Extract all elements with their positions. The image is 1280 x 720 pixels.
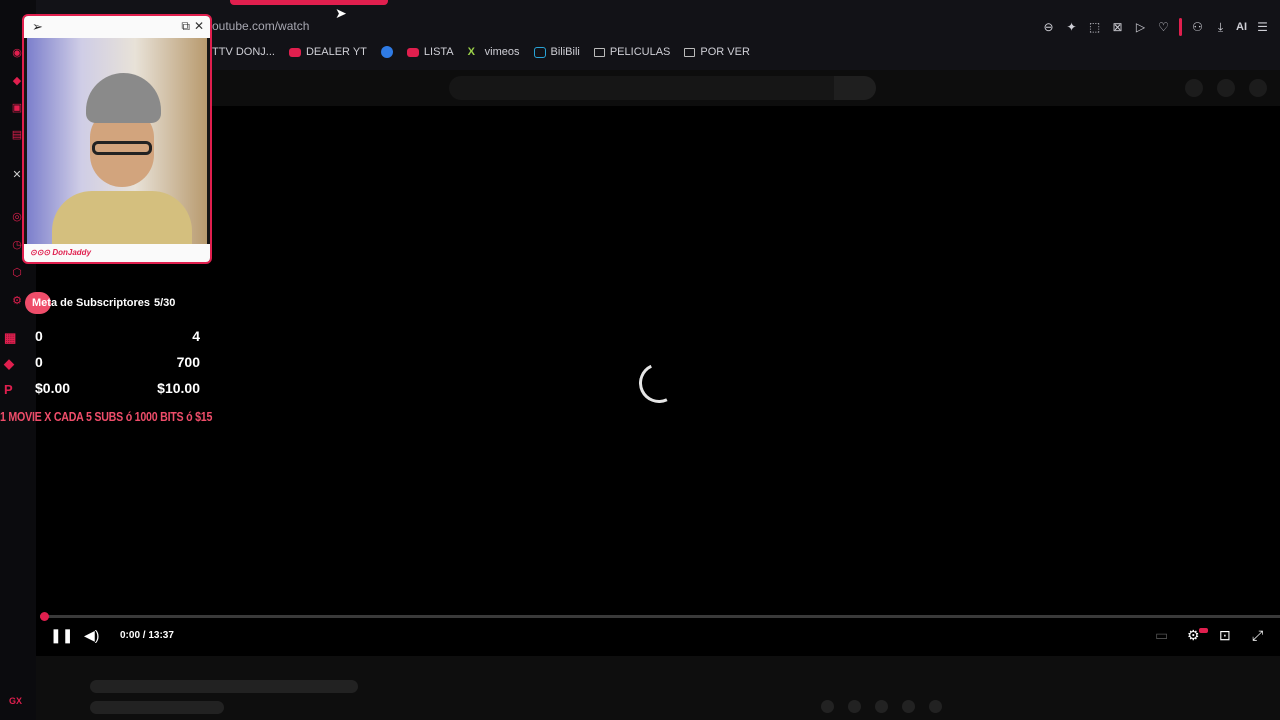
bookmark-item[interactable]: LISTA	[406, 46, 454, 58]
folder-icon	[684, 47, 696, 57]
bookmark-item[interactable]: Xvimeos	[468, 46, 520, 58]
sidebar-settings-icon[interactable]: ⚙	[9, 292, 25, 308]
fullscreen-icon[interactable]: ⤢	[1252, 627, 1263, 644]
ai-button[interactable]: AI	[1236, 21, 1247, 33]
bookmark-item[interactable]: PELICULAS	[593, 46, 670, 58]
settings-icon[interactable]: ⚙	[1187, 627, 1200, 644]
bookmark-item[interactable]: POR VER	[684, 46, 750, 58]
notifications-icon[interactable]	[1217, 79, 1235, 97]
gem-icon: ◆	[4, 356, 14, 371]
download-icon[interactable]: ⤓	[1213, 20, 1228, 35]
avatar[interactable]	[1249, 79, 1267, 97]
loading-spinner	[633, 357, 685, 409]
webcam-footer: ⊙⊙⊙ DonJaddy	[24, 244, 210, 262]
play-icon[interactable]: ▷	[1133, 20, 1148, 35]
zoom-out-icon[interactable]: ⊖	[1041, 20, 1056, 35]
youtube-header	[36, 70, 1280, 106]
bookmark-item[interactable]	[380, 46, 393, 58]
video-info-skeleton	[36, 656, 1280, 720]
hd-badge	[1199, 628, 1208, 633]
webcam-overlay: ➢ ⧉ ✕ ⊙⊙⊙ DonJaddy	[22, 14, 212, 264]
webcam-video	[27, 38, 207, 261]
bookmark-item[interactable]: TTV DONJ...	[212, 46, 275, 58]
volume-icon[interactable]: ◀)	[84, 627, 99, 644]
x-icon: X	[467, 46, 475, 58]
goal-banner: 1 MOVIE X CADA 5 SUBS ó 1000 BITS ó $15	[0, 409, 213, 424]
search-input[interactable]	[449, 76, 834, 100]
goal-row: ▦ 0 4	[4, 328, 200, 345]
pin-icon[interactable]: ✦	[1064, 20, 1079, 35]
goal-row: ◆ 0 700	[4, 354, 200, 371]
shield-icon[interactable]: ⊠	[1110, 20, 1125, 35]
sidebar-gx-logo: GX	[9, 696, 23, 706]
browser-toolbar: ⊖ ✦ ⬚ ⊠ ▷ ♡ ⚇ ⤓ AI ☰	[1041, 18, 1270, 36]
circle-icon	[380, 46, 393, 58]
bookmark-item[interactable]: DEALER YT	[288, 46, 367, 58]
action-skeleton	[902, 700, 915, 713]
paypal-icon: P	[4, 382, 13, 397]
pause-button[interactable]: ❚❚	[50, 627, 73, 644]
streamer-name: DonJaddy	[52, 248, 92, 257]
action-skeleton	[821, 700, 834, 713]
channel-skeleton	[90, 701, 224, 714]
heart-icon[interactable]: ♡	[1156, 20, 1171, 35]
youtube-icon	[406, 47, 419, 57]
bookmark-item[interactable]: BiliBili	[533, 46, 580, 58]
address-bar[interactable]: outube.com/watch	[212, 19, 309, 33]
active-tab-indicator	[230, 0, 388, 5]
progress-scrubber[interactable]	[40, 612, 49, 621]
captions-icon[interactable]: ▭	[1155, 627, 1168, 644]
goal-title: Meta de Subscriptores 5/30	[32, 297, 176, 309]
popout-icon[interactable]: ⧉	[181, 19, 190, 34]
theater-mode-icon[interactable]: ⊡	[1219, 627, 1231, 644]
toolbar-separator	[1179, 18, 1182, 36]
profile-icon[interactable]: ⚇	[1190, 20, 1205, 35]
menu-icon[interactable]: ☰	[1255, 20, 1270, 35]
streamer-figure	[52, 73, 192, 261]
send-icon: ➢	[32, 19, 43, 34]
goal-row: P $0.00 $10.00	[4, 380, 200, 397]
bookmarks-bar: TTV DONJ... DEALER YT LISTA Xvimeos Bili…	[212, 46, 750, 58]
title-skeleton	[90, 680, 358, 693]
goal-count: 5/30	[153, 297, 176, 309]
search-button[interactable]	[834, 76, 876, 100]
mouse-cursor-icon: ➤	[335, 5, 347, 21]
action-skeleton	[875, 700, 888, 713]
bilibili-icon	[533, 46, 546, 58]
snapshot-icon[interactable]: ⬚	[1087, 20, 1102, 35]
action-skeleton	[848, 700, 861, 713]
create-icon[interactable]	[1185, 79, 1203, 97]
progress-bar[interactable]	[40, 615, 1280, 618]
close-icon[interactable]: ✕	[194, 19, 204, 34]
webcam-header: ➢ ⧉ ✕	[24, 16, 210, 38]
time-display: 0:00 / 13:37	[120, 630, 174, 641]
browser-topbar: outube.com/watch ⊖ ✦ ⬚ ⊠ ▷ ♡ ⚇ ⤓ AI ☰	[36, 0, 1280, 70]
gift-icon: ▦	[4, 330, 17, 345]
sidebar-extensions-icon[interactable]: ⬡	[9, 264, 25, 280]
youtube-icon	[288, 47, 301, 57]
folder-icon	[593, 47, 605, 57]
action-skeleton	[929, 700, 942, 713]
